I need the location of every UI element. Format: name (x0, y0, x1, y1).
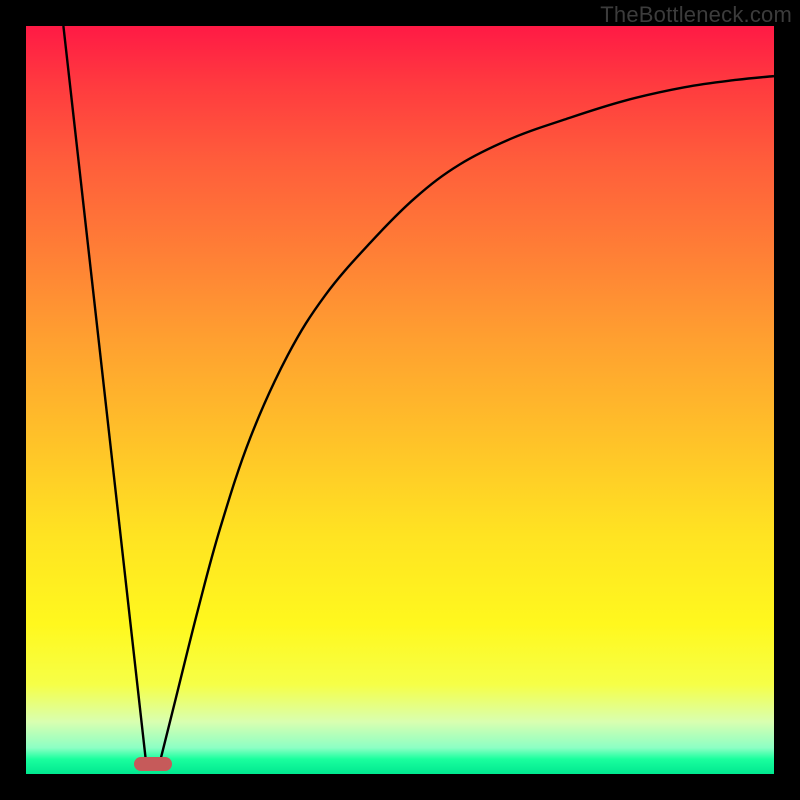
curve-svg (26, 26, 774, 774)
plot-area (26, 26, 774, 774)
chart-container: TheBottleneck.com (0, 0, 800, 800)
left-line-path (63, 26, 145, 759)
minimum-marker (134, 757, 172, 771)
right-curve-path (161, 76, 774, 759)
watermark-text: TheBottleneck.com (600, 2, 792, 28)
